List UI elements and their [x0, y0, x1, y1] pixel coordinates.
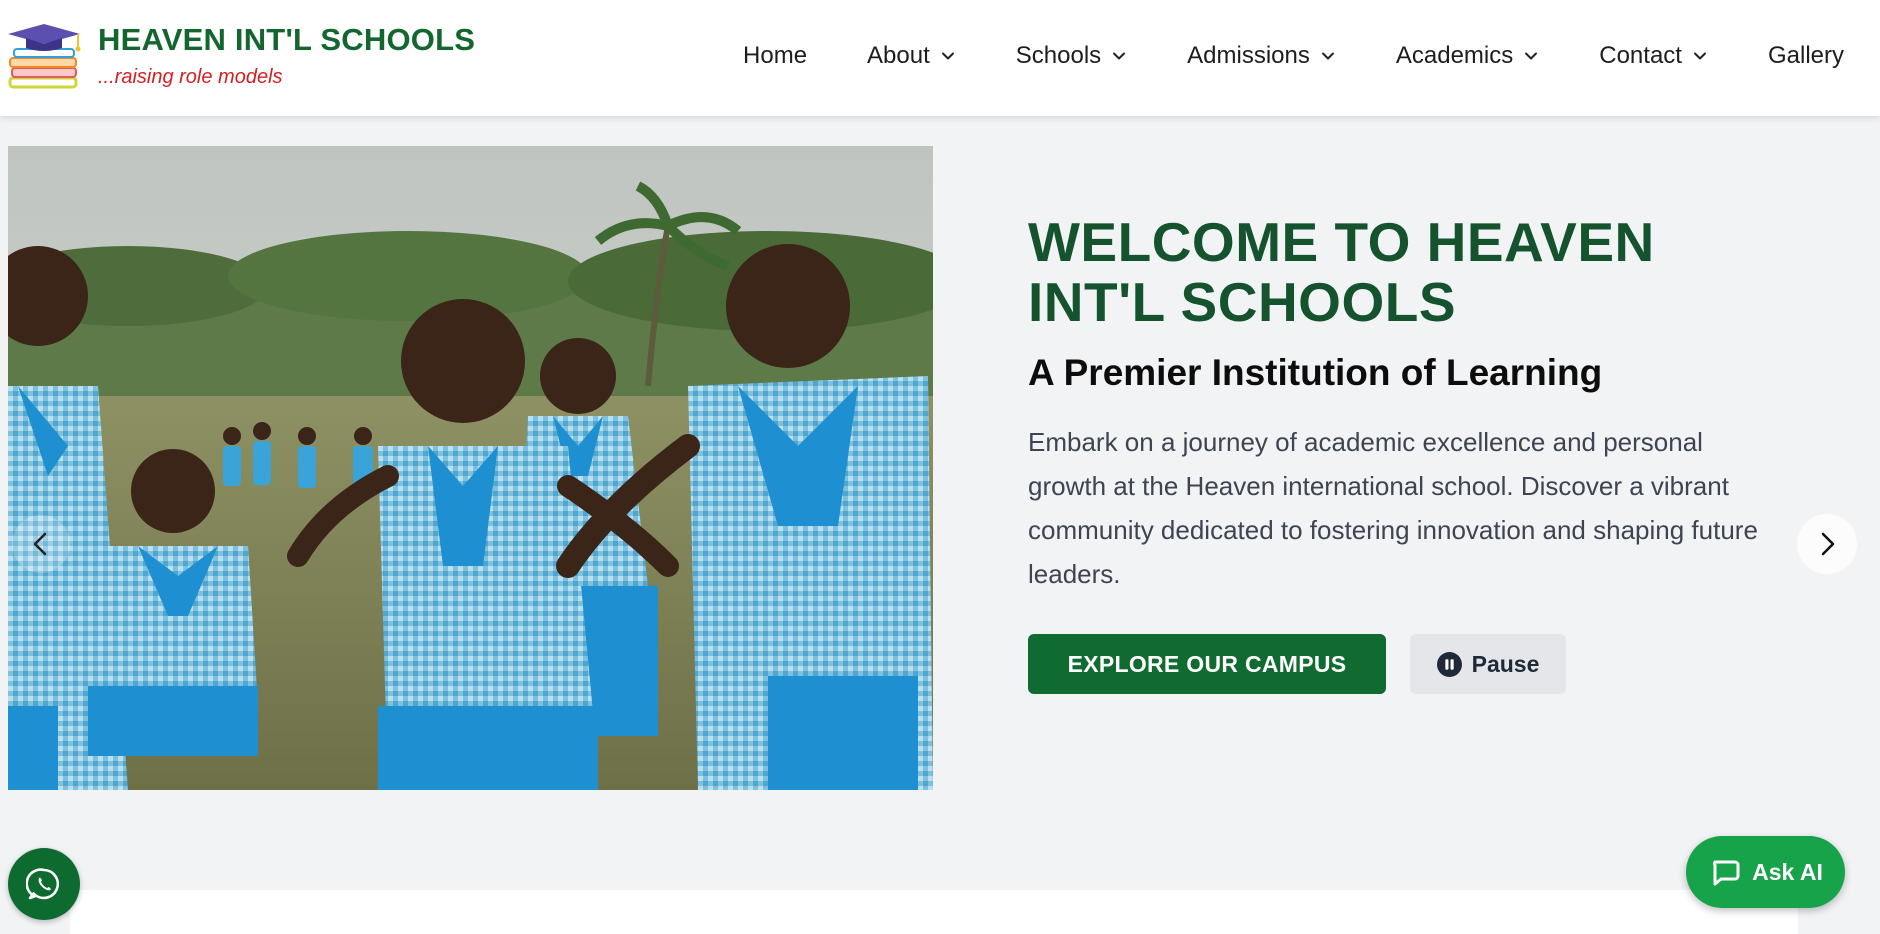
whatsapp-icon [26, 868, 60, 900]
hero-description: Embark on a journey of academic excellen… [1028, 427, 1758, 589]
chevron-left-icon [33, 532, 47, 556]
carousel-next-button[interactable] [1797, 514, 1857, 574]
pause-label: Pause [1471, 650, 1540, 677]
nav-item-about[interactable]: About [867, 42, 956, 70]
nav-item-label: Home [743, 42, 808, 69]
nav-item-label: Schools [1015, 42, 1102, 69]
brand-name[interactable]: HEAVEN INT'L SCHOOLS [98, 22, 475, 58]
ask-ai-label: Ask AI [1752, 858, 1823, 885]
brand-tagline: ...raising role models [98, 66, 283, 88]
chevron-down-icon [1321, 52, 1334, 60]
chevron-down-icon [1113, 52, 1126, 60]
whatsapp-button[interactable] [8, 848, 80, 920]
nav-item-label: About [867, 42, 930, 69]
nav-item-admissions[interactable]: Admissions [1187, 42, 1336, 70]
pause-button[interactable]: Pause [1410, 634, 1566, 694]
nav-item-label: Academics [1395, 42, 1514, 69]
chevron-down-icon [941, 52, 954, 60]
nav-item-academics[interactable]: Academics [1396, 42, 1539, 70]
chevron-down-icon [1693, 52, 1706, 60]
chevron-right-icon [1821, 532, 1835, 556]
hero-image [8, 146, 933, 790]
logo-icon[interactable] [8, 22, 82, 90]
nav-item-label: Gallery [1767, 42, 1844, 69]
nav-item-label: Contact [1599, 42, 1682, 69]
chat-bubble-icon [1713, 860, 1740, 886]
site-header: HEAVEN INT'L SCHOOLS ...raising role mod… [0, 0, 1880, 116]
explore-campus-label: EXPLORE OUR CAMPUS [1067, 650, 1347, 677]
nav-item-label: Admissions [1187, 42, 1310, 69]
nav-item-home[interactable]: Home [743, 42, 807, 70]
hero-subtitle: A Premier Institution of Learning [1028, 352, 1603, 393]
nav-item-schools[interactable]: Schools [1016, 42, 1127, 70]
explore-campus-button[interactable]: EXPLORE OUR CAMPUS [1028, 634, 1386, 694]
ask-ai-button[interactable]: Ask AI [1686, 836, 1845, 908]
chevron-down-icon [1525, 52, 1538, 60]
hero-title: WELCOME TO HEAVEN INT'L SCHOOLS [1028, 211, 1655, 333]
nav-item-contact[interactable]: Contact [1599, 42, 1708, 70]
content-section [70, 890, 1798, 934]
nav-item-gallery[interactable]: Gallery [1768, 42, 1844, 70]
main-nav: Home About Schools Admissions Academics … [743, 38, 1844, 74]
carousel-prev-button[interactable] [12, 515, 70, 573]
pause-circle-icon [1436, 651, 1462, 677]
